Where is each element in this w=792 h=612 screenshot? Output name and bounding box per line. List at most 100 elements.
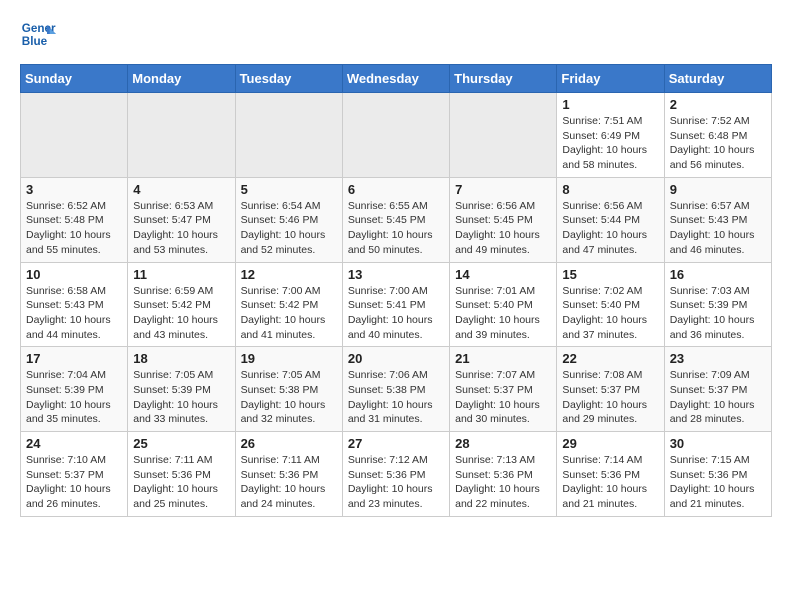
day-info: Sunrise: 6:52 AM Sunset: 5:48 PM Dayligh…: [26, 199, 122, 258]
day-number: 15: [562, 267, 658, 282]
calendar-cell: 27 Sunrise: 7:12 AM Sunset: 5:36 PM Dayli…: [342, 432, 449, 517]
calendar-cell: 23 Sunrise: 7:09 AM Sunset: 5:37 PM Dayli…: [664, 347, 771, 432]
calendar-cell: 26 Sunrise: 7:11 AM Sunset: 5:36 PM Dayli…: [235, 432, 342, 517]
calendar-cell: 21Sunrise: 7:07 AM Sunset: 5:37 PM Dayli…: [450, 347, 557, 432]
calendar-header-wednesday: Wednesday: [342, 65, 449, 93]
day-number: 10: [26, 267, 122, 282]
day-info: Sunrise: 6:56 AM Sunset: 5:45 PM Dayligh…: [455, 199, 551, 258]
day-number: 27: [348, 436, 444, 451]
calendar-header-thursday: Thursday: [450, 65, 557, 93]
day-info: Sunrise: 7:10 AM Sunset: 5:37 PM Dayligh…: [26, 453, 122, 512]
day-number: 9: [670, 182, 766, 197]
calendar-cell: 16 Sunrise: 7:03 AM Sunset: 5:39 PM Dayli…: [664, 262, 771, 347]
calendar-cell: 1 Sunrise: 7:51 AM Sunset: 6:49 PM Daylig…: [557, 93, 664, 178]
day-info: Sunrise: 7:12 AM Sunset: 5:36 PM Dayligh…: [348, 453, 444, 512]
calendar-header-friday: Friday: [557, 65, 664, 93]
calendar-header-row: SundayMondayTuesdayWednesdayThursdayFrid…: [21, 65, 772, 93]
calendar-cell: 13 Sunrise: 7:00 AM Sunset: 5:41 PM Dayli…: [342, 262, 449, 347]
day-info: Sunrise: 7:11 AM Sunset: 5:36 PM Dayligh…: [133, 453, 229, 512]
day-number: 19: [241, 351, 337, 366]
calendar-cell: 28 Sunrise: 7:13 AM Sunset: 5:36 PM Dayli…: [450, 432, 557, 517]
day-info: Sunrise: 7:09 AM Sunset: 5:37 PM Dayligh…: [670, 368, 766, 427]
calendar-cell: 29Sunrise: 7:14 AM Sunset: 5:36 PM Dayli…: [557, 432, 664, 517]
day-number: 22: [562, 351, 658, 366]
day-number: 30: [670, 436, 766, 451]
day-info: Sunrise: 6:54 AM Sunset: 5:46 PM Dayligh…: [241, 199, 337, 258]
calendar-header-saturday: Saturday: [664, 65, 771, 93]
day-info: Sunrise: 7:05 AM Sunset: 5:38 PM Dayligh…: [241, 368, 337, 427]
day-info: Sunrise: 7:03 AM Sunset: 5:39 PM Dayligh…: [670, 284, 766, 343]
page-header: General Blue: [20, 16, 772, 52]
day-info: Sunrise: 7:05 AM Sunset: 5:39 PM Dayligh…: [133, 368, 229, 427]
calendar-cell: [235, 93, 342, 178]
day-info: Sunrise: 7:01 AM Sunset: 5:40 PM Dayligh…: [455, 284, 551, 343]
day-number: 26: [241, 436, 337, 451]
calendar-header-tuesday: Tuesday: [235, 65, 342, 93]
day-info: Sunrise: 6:57 AM Sunset: 5:43 PM Dayligh…: [670, 199, 766, 258]
day-info: Sunrise: 7:13 AM Sunset: 5:36 PM Dayligh…: [455, 453, 551, 512]
calendar-cell: 3 Sunrise: 6:52 AM Sunset: 5:48 PM Daylig…: [21, 177, 128, 262]
calendar-cell: [342, 93, 449, 178]
calendar-cell: [128, 93, 235, 178]
day-number: 21: [455, 351, 551, 366]
day-number: 29: [562, 436, 658, 451]
day-info: Sunrise: 6:55 AM Sunset: 5:45 PM Dayligh…: [348, 199, 444, 258]
logo-icon: General Blue: [20, 16, 56, 52]
day-number: 6: [348, 182, 444, 197]
day-number: 16: [670, 267, 766, 282]
day-number: 17: [26, 351, 122, 366]
day-number: 1: [562, 97, 658, 112]
day-number: 5: [241, 182, 337, 197]
calendar-table: SundayMondayTuesdayWednesdayThursdayFrid…: [20, 64, 772, 517]
calendar-cell: 12 Sunrise: 7:00 AM Sunset: 5:42 PM Dayli…: [235, 262, 342, 347]
day-number: 14: [455, 267, 551, 282]
day-number: 3: [26, 182, 122, 197]
calendar-cell: 6 Sunrise: 6:55 AM Sunset: 5:45 PM Daylig…: [342, 177, 449, 262]
calendar-cell: 17Sunrise: 7:04 AM Sunset: 5:39 PM Dayli…: [21, 347, 128, 432]
calendar-cell: 19 Sunrise: 7:05 AM Sunset: 5:38 PM Dayli…: [235, 347, 342, 432]
day-info: Sunrise: 6:53 AM Sunset: 5:47 PM Dayligh…: [133, 199, 229, 258]
day-info: Sunrise: 6:58 AM Sunset: 5:43 PM Dayligh…: [26, 284, 122, 343]
day-number: 12: [241, 267, 337, 282]
calendar-cell: 8Sunrise: 6:56 AM Sunset: 5:44 PM Daylig…: [557, 177, 664, 262]
day-info: Sunrise: 7:08 AM Sunset: 5:37 PM Dayligh…: [562, 368, 658, 427]
day-number: 11: [133, 267, 229, 282]
calendar-cell: 14 Sunrise: 7:01 AM Sunset: 5:40 PM Dayli…: [450, 262, 557, 347]
calendar-header-monday: Monday: [128, 65, 235, 93]
day-info: Sunrise: 7:51 AM Sunset: 6:49 PM Dayligh…: [562, 114, 658, 173]
calendar-week-row: 10 Sunrise: 6:58 AM Sunset: 5:43 PM Dayli…: [21, 262, 772, 347]
day-info: Sunrise: 7:00 AM Sunset: 5:42 PM Dayligh…: [241, 284, 337, 343]
calendar-cell: 24 Sunrise: 7:10 AM Sunset: 5:37 PM Dayli…: [21, 432, 128, 517]
svg-text:Blue: Blue: [22, 35, 48, 48]
day-number: 24: [26, 436, 122, 451]
calendar-cell: 7Sunrise: 6:56 AM Sunset: 5:45 PM Daylig…: [450, 177, 557, 262]
calendar-week-row: 3 Sunrise: 6:52 AM Sunset: 5:48 PM Daylig…: [21, 177, 772, 262]
day-number: 25: [133, 436, 229, 451]
calendar-cell: 15 Sunrise: 7:02 AM Sunset: 5:40 PM Dayli…: [557, 262, 664, 347]
day-number: 28: [455, 436, 551, 451]
calendar-header-sunday: Sunday: [21, 65, 128, 93]
day-number: 23: [670, 351, 766, 366]
day-info: Sunrise: 7:00 AM Sunset: 5:41 PM Dayligh…: [348, 284, 444, 343]
calendar-week-row: 1 Sunrise: 7:51 AM Sunset: 6:49 PM Daylig…: [21, 93, 772, 178]
calendar-cell: 11Sunrise: 6:59 AM Sunset: 5:42 PM Dayli…: [128, 262, 235, 347]
calendar-cell: 30 Sunrise: 7:15 AM Sunset: 5:36 PM Dayli…: [664, 432, 771, 517]
calendar-cell: 18 Sunrise: 7:05 AM Sunset: 5:39 PM Dayli…: [128, 347, 235, 432]
day-number: 18: [133, 351, 229, 366]
day-number: 13: [348, 267, 444, 282]
calendar-cell: [21, 93, 128, 178]
calendar-cell: 9 Sunrise: 6:57 AM Sunset: 5:43 PM Daylig…: [664, 177, 771, 262]
day-info: Sunrise: 7:15 AM Sunset: 5:36 PM Dayligh…: [670, 453, 766, 512]
day-number: 2: [670, 97, 766, 112]
calendar-cell: [450, 93, 557, 178]
calendar-cell: 20Sunrise: 7:06 AM Sunset: 5:38 PM Dayli…: [342, 347, 449, 432]
day-info: Sunrise: 7:52 AM Sunset: 6:48 PM Dayligh…: [670, 114, 766, 173]
day-number: 4: [133, 182, 229, 197]
day-number: 20: [348, 351, 444, 366]
calendar-week-row: 24 Sunrise: 7:10 AM Sunset: 5:37 PM Dayli…: [21, 432, 772, 517]
calendar-cell: 4 Sunrise: 6:53 AM Sunset: 5:47 PM Daylig…: [128, 177, 235, 262]
logo: General Blue: [20, 16, 56, 52]
day-info: Sunrise: 7:11 AM Sunset: 5:36 PM Dayligh…: [241, 453, 337, 512]
day-info: Sunrise: 7:02 AM Sunset: 5:40 PM Dayligh…: [562, 284, 658, 343]
day-info: Sunrise: 6:56 AM Sunset: 5:44 PM Dayligh…: [562, 199, 658, 258]
